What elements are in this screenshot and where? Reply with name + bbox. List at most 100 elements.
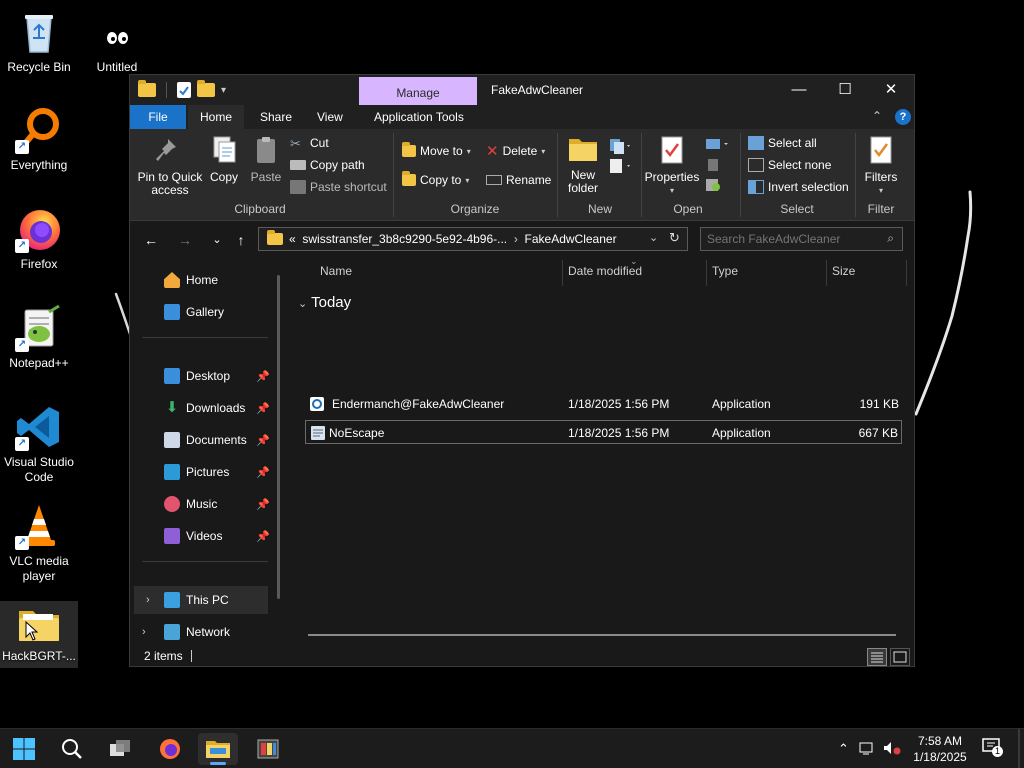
column-header-name[interactable]: Name	[320, 264, 352, 278]
ribbon: Pin to Quick access Copy Paste ✂ Cut Cop…	[130, 129, 914, 221]
table-row[interactable]: Endermanch@FakeAdwCleaner 1/18/2025 1:56…	[305, 392, 902, 416]
properties-qat-icon[interactable]	[177, 82, 191, 98]
nav-item-videos[interactable]: Videos 📌	[130, 522, 280, 550]
file-explorer-taskbar-icon[interactable]	[198, 733, 238, 765]
desktop-icon-everything[interactable]: ↗ Everything	[0, 106, 78, 173]
desktop-icon-vscode[interactable]: ↗ Visual Studio Code	[0, 403, 78, 485]
copy-path-button[interactable]: Copy path	[290, 155, 365, 175]
new-folder-button[interactable]: New folder	[562, 135, 604, 195]
table-row[interactable]: NoEscape 1/18/2025 1:56 PM Application 6…	[305, 420, 902, 444]
new-folder-qat-icon[interactable]	[197, 80, 215, 97]
desktop-icon-firefox[interactable]: ↗ Firefox	[0, 205, 78, 272]
tab-application-tools[interactable]: Application Tools	[362, 105, 476, 129]
cut-button[interactable]: ✂ Cut	[290, 133, 329, 153]
recent-locations-chevron-icon[interactable]: ⌄	[206, 230, 228, 250]
tab-share[interactable]: Share	[248, 105, 304, 129]
collapse-ribbon-icon[interactable]: ⌃	[872, 109, 882, 123]
nav-item-network[interactable]: › Network	[130, 618, 280, 646]
breadcrumb-overflow[interactable]: «	[289, 232, 296, 246]
delete-button[interactable]: ✕ Delete ▾	[486, 141, 545, 161]
new-item-icon[interactable]	[608, 137, 632, 180]
nav-item-this-pc[interactable]: › This PC	[134, 586, 268, 614]
select-all-button[interactable]: Select all	[748, 133, 817, 153]
pin-icon[interactable]: 📌	[256, 498, 270, 511]
nav-item-downloads[interactable]: ⬇ Downloads 📌	[130, 394, 280, 422]
file-type: Application	[712, 426, 771, 440]
details-view-icon[interactable]	[867, 648, 887, 666]
large-icons-view-icon[interactable]	[890, 648, 910, 666]
rename-button[interactable]: Rename	[486, 170, 551, 190]
app-taskbar-icon[interactable]	[248, 733, 288, 765]
pin-to-quick-access-button[interactable]: Pin to Quick access	[134, 135, 206, 197]
volume-muted-icon[interactable]	[883, 741, 901, 758]
group-header[interactable]: ⌄ Today	[298, 294, 351, 311]
window-title: FakeAdwCleaner	[491, 83, 584, 97]
help-icon[interactable]: ?	[895, 109, 911, 125]
desktop-icon-vlc[interactable]: ↗ VLC media player	[0, 502, 78, 584]
nav-item-pictures[interactable]: Pictures 📌	[130, 458, 280, 486]
properties-button[interactable]: Properties ▾	[644, 135, 700, 197]
pin-icon[interactable]: 📌	[256, 434, 270, 447]
select-none-button[interactable]: Select none	[748, 155, 831, 175]
expand-chevron-icon[interactable]: ›	[146, 594, 150, 606]
desktop-icon-notepadpp[interactable]: ↗ Notepad++	[0, 304, 78, 371]
minimize-icon[interactable]: —	[776, 75, 822, 105]
nav-item-gallery[interactable]: Gallery	[130, 298, 280, 326]
desktop-icon-hackbgrt-folder[interactable]: HackBGRT-...	[0, 601, 78, 668]
network-status-icon[interactable]	[859, 741, 875, 758]
nav-item-home[interactable]: Home	[130, 266, 280, 294]
expand-chevron-icon[interactable]: ›	[142, 626, 146, 638]
pin-icon[interactable]: 📌	[256, 370, 270, 383]
pin-icon[interactable]: 📌	[256, 466, 270, 479]
customize-qat-icon[interactable]: ▾	[221, 85, 226, 96]
nav-pane-scrollbar[interactable]	[277, 275, 280, 599]
title-bar[interactable]: ▾ Manage FakeAdwCleaner — ☐ ✕	[130, 75, 914, 105]
tab-view[interactable]: View	[305, 105, 355, 129]
firefox-taskbar-icon[interactable]	[150, 733, 190, 765]
open-edit-history-icons[interactable]	[704, 137, 730, 200]
address-bar[interactable]: « swisstransfer_3b8c9290-5e92-4b96-... ›…	[258, 227, 688, 251]
search-input[interactable]	[707, 230, 872, 248]
copy-button[interactable]: Copy	[206, 135, 242, 184]
move-to-button[interactable]: Move to ▾	[402, 141, 471, 161]
column-header-size[interactable]: Size	[832, 264, 855, 278]
copy-to-icon	[402, 171, 416, 186]
task-view-icon[interactable]	[100, 733, 140, 765]
close-icon[interactable]: ✕	[868, 75, 914, 105]
maximize-icon[interactable]: ☐	[822, 75, 868, 105]
invert-selection-button[interactable]: Invert selection	[748, 177, 849, 197]
paste-button[interactable]: Paste	[246, 135, 286, 184]
desktop-icon-recycle-bin[interactable]: Recycle Bin	[0, 8, 78, 75]
tray-overflow-chevron-icon[interactable]: ⌃	[838, 741, 849, 757]
copy-to-button[interactable]: Copy to ▾	[402, 170, 469, 190]
pin-icon[interactable]: 📌	[256, 530, 270, 543]
column-header-type[interactable]: Type	[712, 264, 738, 278]
nav-item-desktop[interactable]: Desktop 📌	[130, 362, 280, 390]
tab-file[interactable]: File	[130, 105, 186, 129]
back-arrow-icon[interactable]: ←	[140, 230, 162, 250]
start-windows-icon[interactable]	[4, 733, 44, 765]
file-list: Name Date modified ⌄ Type Size ⌄ Today E…	[290, 256, 914, 645]
up-arrow-icon[interactable]: ↑	[230, 230, 252, 250]
tab-manage[interactable]: Manage	[359, 77, 477, 105]
filters-button[interactable]: Filters ▾	[858, 135, 904, 197]
breadcrumb-parent[interactable]: swisstransfer_3b8c9290-5e92-4b96-...	[302, 232, 507, 246]
search-icon[interactable]	[52, 733, 92, 765]
rename-icon	[486, 175, 502, 185]
clock[interactable]: 7:58 AM 1/18/2025	[906, 733, 974, 765]
nav-item-label: Videos	[186, 529, 223, 543]
breadcrumb-current[interactable]: FakeAdwCleaner	[525, 232, 617, 246]
refresh-icon[interactable]: ↻	[669, 230, 680, 246]
nav-item-documents[interactable]: Documents 📌	[130, 426, 280, 454]
horizontal-scrollbar[interactable]	[308, 634, 896, 636]
paste-shortcut-button[interactable]: Paste shortcut	[290, 177, 387, 197]
search-box[interactable]: ⌕	[700, 227, 903, 251]
pin-icon[interactable]: 📌	[256, 402, 270, 415]
nav-item-music[interactable]: Music 📌	[130, 490, 280, 518]
desktop-icon-untitled[interactable]: Untitled	[78, 20, 156, 75]
tab-home[interactable]: Home	[188, 105, 245, 129]
show-desktop-button[interactable]	[1018, 729, 1020, 768]
notification-center-icon[interactable]: 1	[982, 738, 1003, 757]
forward-arrow-icon[interactable]: →	[174, 230, 196, 250]
address-dropdown-chevron-icon[interactable]: ⌄	[649, 231, 658, 244]
